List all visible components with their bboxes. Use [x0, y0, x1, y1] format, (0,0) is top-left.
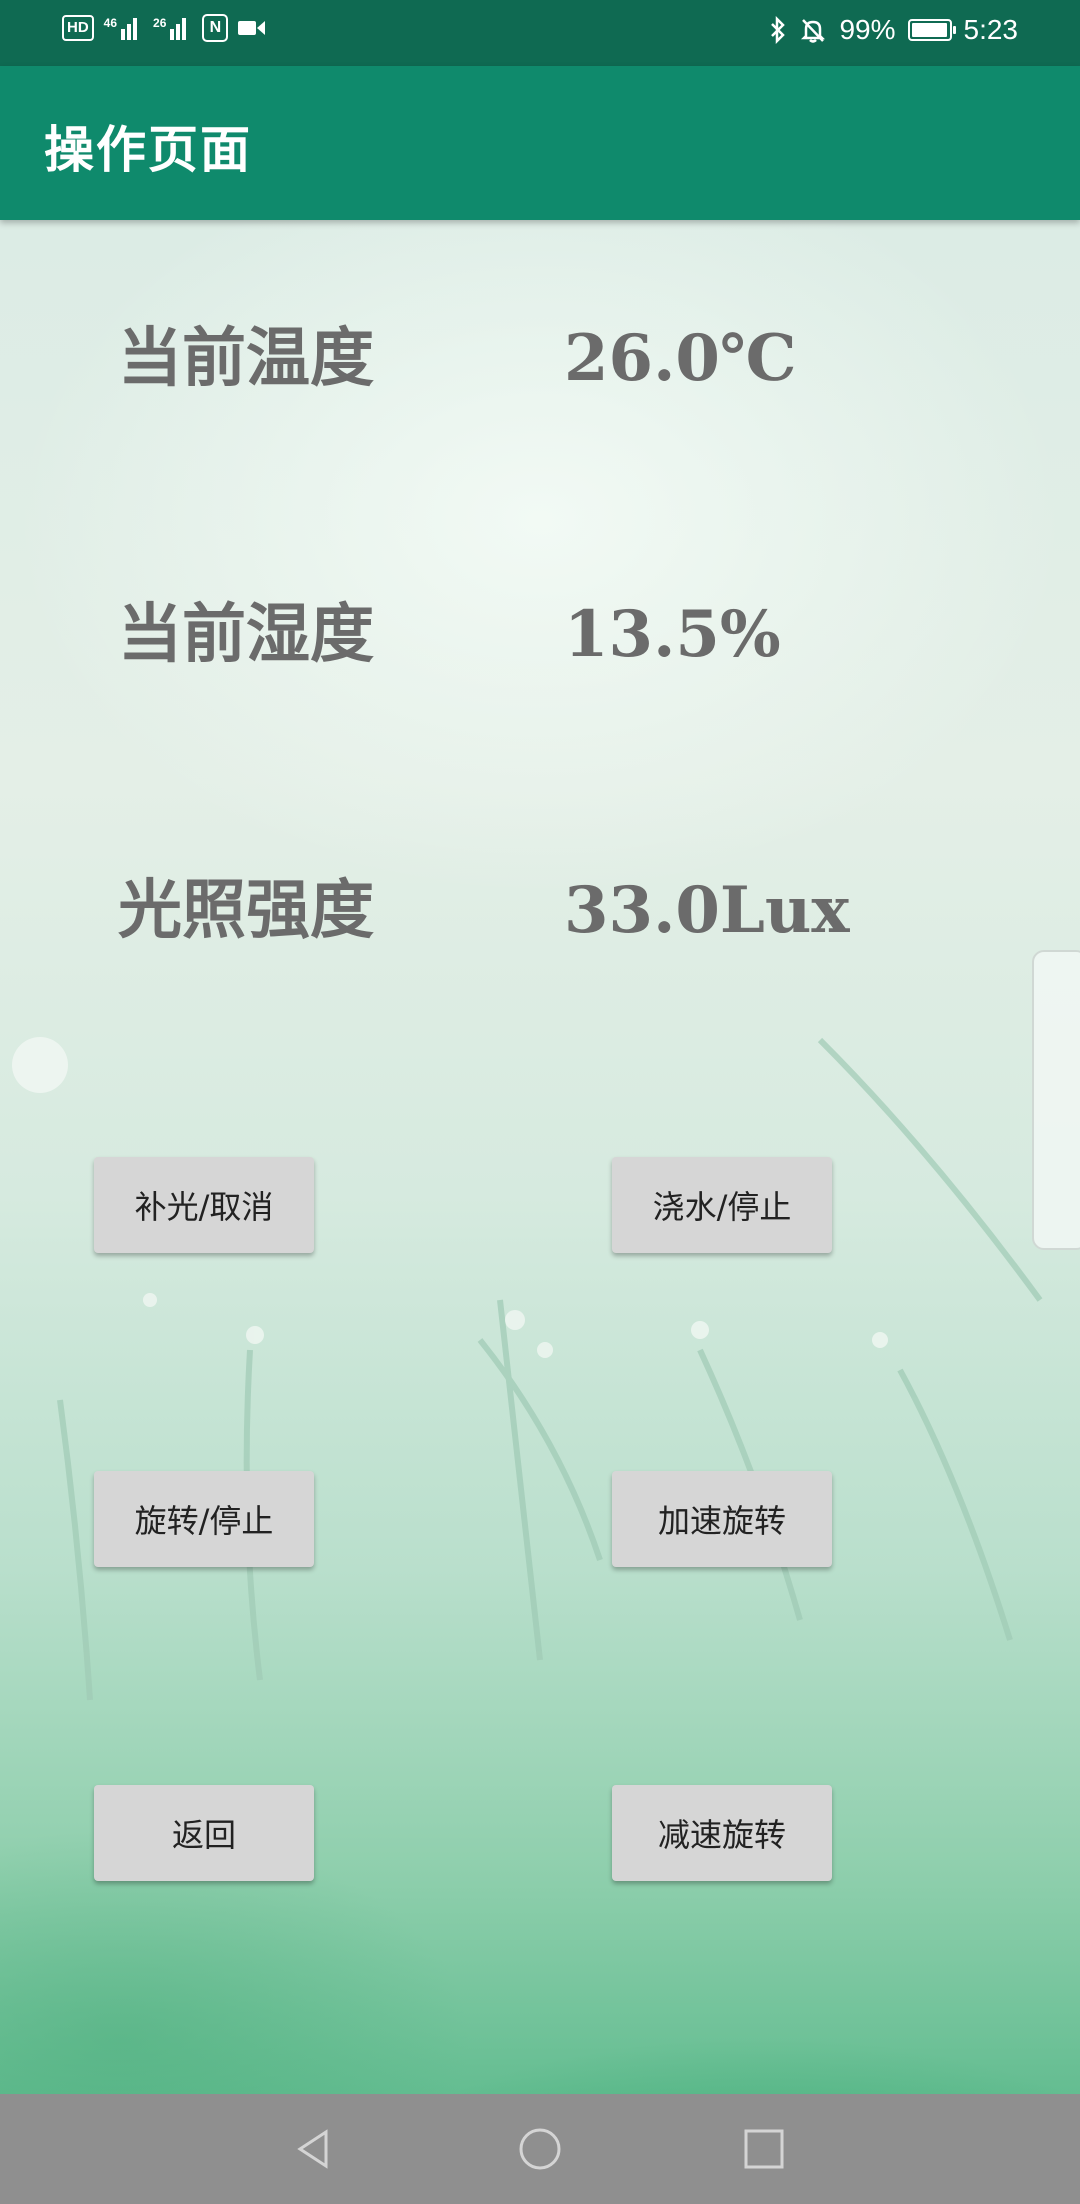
signal-4g-label: 46: [103, 16, 118, 30]
slow-down-rotation-button[interactable]: 减速旋转: [612, 1785, 832, 1881]
bluetooth-icon: [771, 16, 786, 44]
light-intensity-value: 33.0Lux: [564, 873, 850, 948]
recent-square-icon[interactable]: [734, 2124, 794, 2174]
light-intensity-label: 光照强度: [118, 873, 374, 948]
battery-percent: 99%: [839, 14, 896, 45]
temperature-value: 26.0℃: [564, 321, 797, 396]
main-content: 当前温度 26.0℃ 当前湿度 13.5% 光照强度 33.0Lux 补光/取消…: [0, 220, 1080, 2094]
back-button[interactable]: 返回: [94, 1785, 314, 1881]
status-bar: HD 46 26 N 99% 5:23: [0, 0, 1080, 66]
signal-4g-icon: 46: [104, 16, 143, 40]
system-nav-bar: [0, 2094, 1080, 2204]
speed-up-rotation-button[interactable]: 加速旋转: [612, 1471, 832, 1567]
temperature-label: 当前温度: [118, 321, 374, 396]
status-right-group: 99% 5:23: [769, 14, 1018, 46]
nfc-icon: N: [202, 14, 229, 42]
home-circle-icon[interactable]: [510, 2124, 570, 2174]
app-bar: 操作页面: [0, 66, 1080, 220]
battery-icon: [907, 19, 956, 41]
fill-light-toggle-button[interactable]: 补光/取消: [94, 1157, 314, 1253]
signal-2g-icon: 26: [153, 16, 192, 40]
page-title: 操作页面: [44, 121, 252, 179]
hd-icon: HD: [62, 15, 94, 41]
side-edge-handle[interactable]: [1032, 950, 1080, 1250]
clock: 5:23: [963, 14, 1019, 45]
humidity-value: 13.5%: [564, 597, 781, 672]
back-triangle-icon[interactable]: [284, 2124, 344, 2174]
signal-2g-label: 26: [153, 16, 167, 30]
video-record-icon: [238, 21, 266, 35]
status-left-group: HD 46 26 N: [62, 14, 266, 42]
mute-bell-icon: [801, 19, 826, 43]
rotate-toggle-button[interactable]: 旋转/停止: [94, 1471, 314, 1567]
humidity-label: 当前湿度: [118, 597, 374, 672]
water-toggle-button[interactable]: 浇水/停止: [612, 1157, 832, 1253]
